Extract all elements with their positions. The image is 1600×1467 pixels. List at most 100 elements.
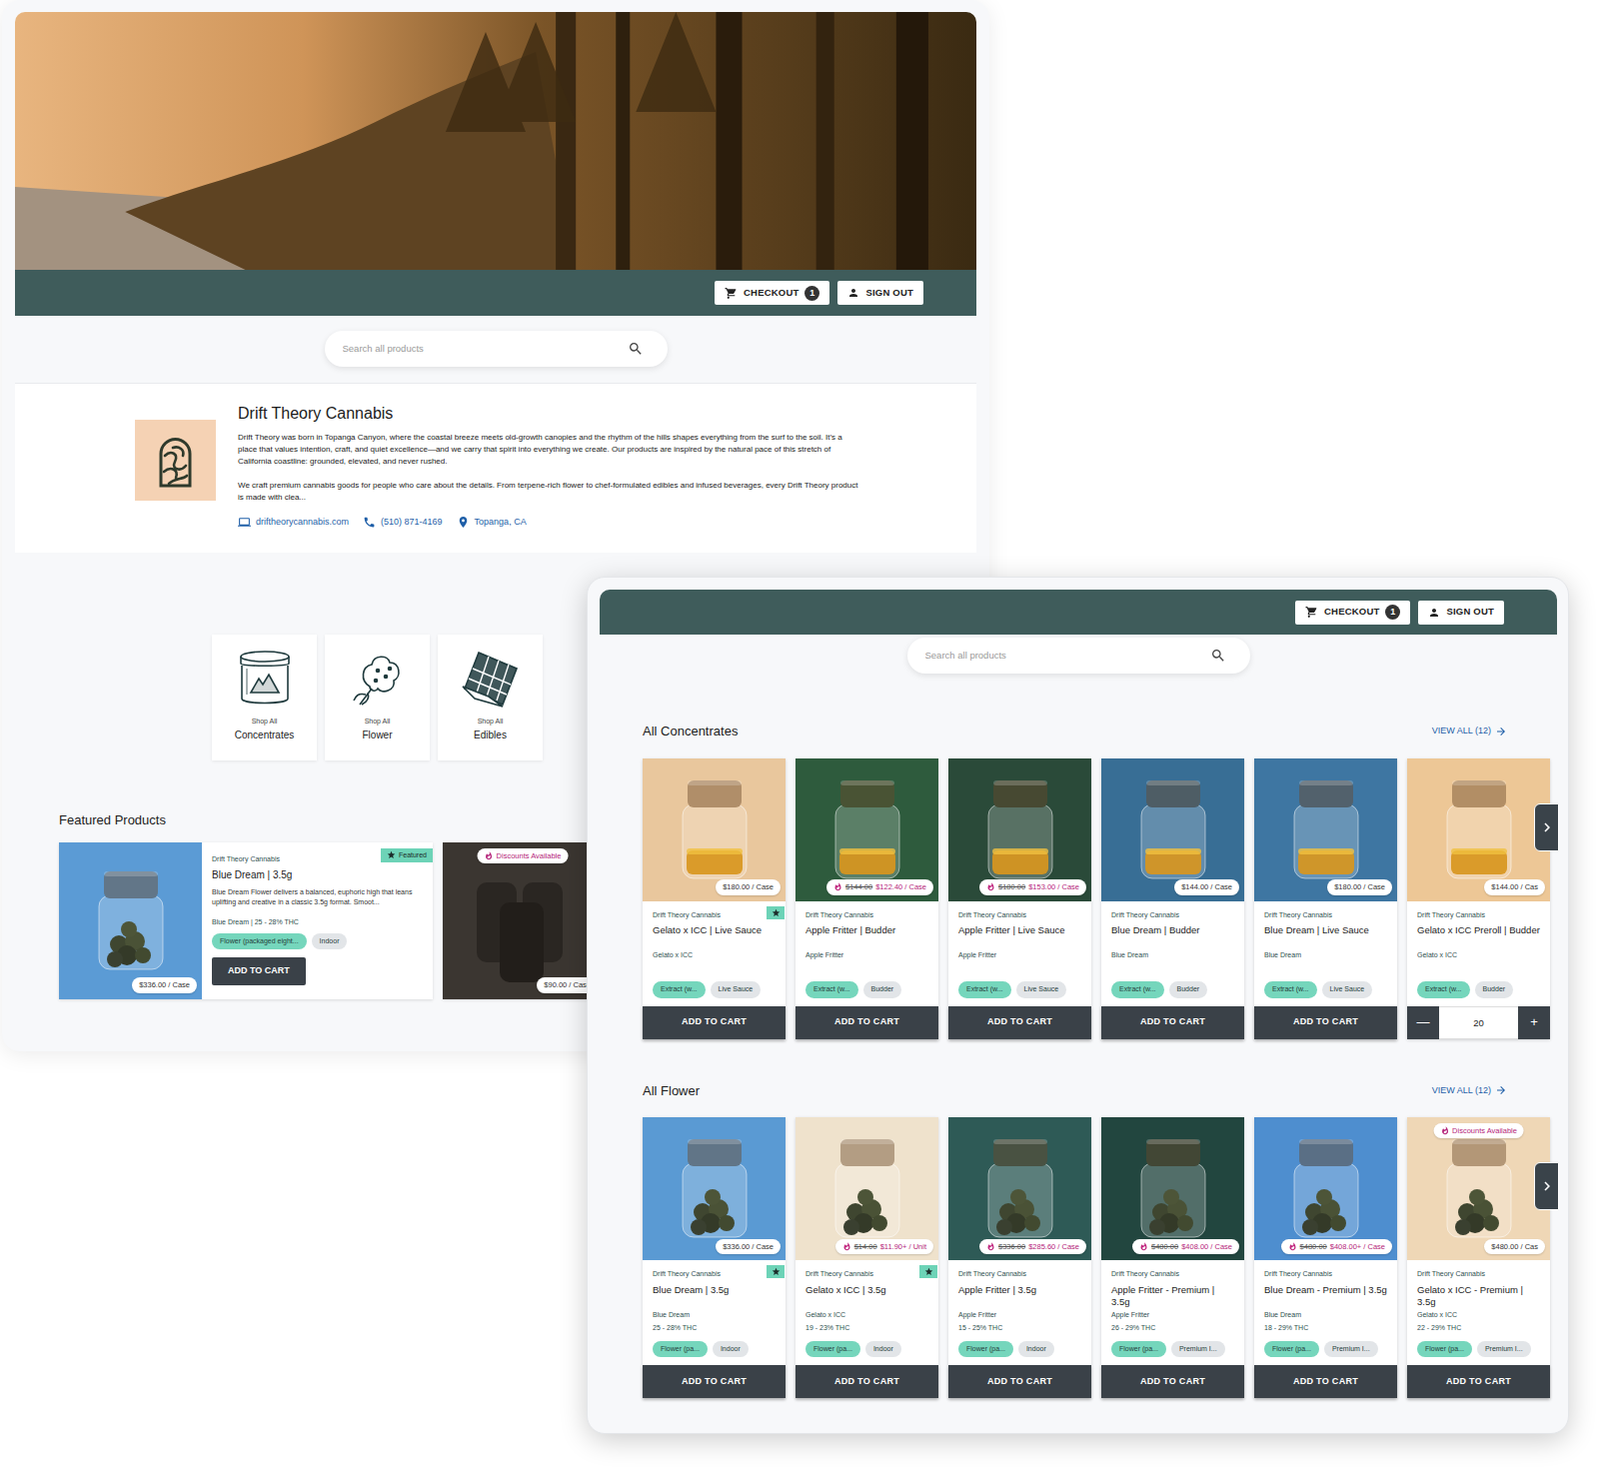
sign-out-button[interactable]: SIGN OUT (1418, 600, 1505, 625)
add-to-cart-button[interactable]: ADD TO CART (1254, 1006, 1398, 1040)
website-link[interactable]: driftheorycannabis.com (237, 515, 349, 530)
category-tile[interactable]: Shop AllConcentrates (211, 634, 317, 761)
search-icon (627, 340, 644, 357)
thc-range: 26 - 29% THC (1111, 1323, 1236, 1335)
phone-link[interactable]: (510) 871-4169 (362, 515, 443, 530)
product-tag: Indoor (865, 1341, 902, 1359)
add-to-cart-button[interactable]: ADD TO CART (795, 1365, 939, 1399)
brand-name: Drift Theory Cannabis (652, 910, 777, 922)
product-tag: Flower (pa... (1264, 1341, 1320, 1359)
graphic-part (386, 850, 396, 860)
graphic-part (442, 842, 603, 1000)
add-to-cart-button[interactable]: ADD TO CART (642, 1365, 786, 1399)
old-price: $336.00 (998, 1241, 1026, 1253)
checkout-button[interactable]: CHECKOUT1 (714, 280, 830, 305)
product-card[interactable]: $480.00$408.00+ / CaseDrift Theory Canna… (1254, 1117, 1398, 1399)
product-card[interactable]: $180.00 / CaseDrift Theory CannabisBlue … (1254, 758, 1398, 1040)
product-card[interactable]: $180.00$153.00 / CaseDrift Theory Cannab… (948, 758, 1092, 1040)
product-details: Drift Theory CannabisApple Fritter | Liv… (948, 901, 1092, 1007)
add-to-cart-button[interactable]: ADD TO CART (1254, 1365, 1398, 1399)
search-input[interactable] (340, 340, 620, 357)
graphic-part (988, 883, 995, 892)
view-all-link[interactable]: VIEW ALL (12) (1432, 724, 1508, 739)
decrease-button[interactable]: — (1407, 1006, 1440, 1040)
search-field[interactable] (324, 330, 668, 367)
product-card[interactable]: $180.00 / CaseDrift Theory CannabisGelat… (642, 758, 786, 1040)
graphic-part (462, 686, 503, 707)
product-card[interactable]: $336.00 / CaseDrift Theory CannabisBlue … (642, 1117, 786, 1399)
graphic-part (1302, 1219, 1319, 1236)
store-name: Drift Theory Cannabis (237, 403, 859, 423)
strain-name: Blue Dream (652, 1310, 777, 1322)
graphic-part (245, 668, 248, 695)
increase-button[interactable]: + (1518, 1006, 1551, 1040)
product-card[interactable]: $144.00 / CaseDrift Theory CannabisBlue … (1101, 758, 1245, 1040)
add-to-cart-button[interactable]: ADD TO CART (211, 957, 306, 986)
next-page-button[interactable] (1534, 1162, 1560, 1211)
chevron-right-icon (1538, 818, 1557, 837)
add-to-cart-button[interactable]: ADD TO CART (1407, 1365, 1551, 1399)
price-tag: $180.00 / Case (1327, 879, 1393, 895)
product-card[interactable]: $336.00$285.60 / CaseDrift Theory Cannab… (948, 1117, 1092, 1399)
discount-label: Discounts Available (1452, 1125, 1518, 1137)
product-tag: Extract (w... (805, 981, 859, 999)
graphic-part (232, 646, 297, 711)
graphic-part (240, 656, 289, 666)
graphic-part (1294, 804, 1359, 879)
product-row: $180.00 / CaseDrift Theory CannabisGelat… (642, 758, 1551, 1040)
graphic-part (771, 1268, 780, 1276)
graphic-part (682, 1163, 747, 1238)
next-page-button[interactable] (1534, 803, 1560, 852)
product-tag: Flower (pa... (1111, 1341, 1167, 1359)
location-link[interactable]: Topanga, CA (456, 515, 527, 530)
graphic-part (840, 1139, 895, 1167)
add-to-cart-button[interactable]: ADD TO CART (948, 1365, 1092, 1399)
graphic-part (1163, 1189, 1180, 1206)
product-image: Discounts Available$90.00 / Case (442, 842, 603, 1000)
graphic-part (1146, 780, 1201, 808)
view-all-link[interactable]: VIEW ALL (12) (1432, 1084, 1508, 1099)
search-input[interactable] (923, 647, 1203, 664)
tag-list: Extract (w...Live Sauce (1264, 981, 1389, 999)
product-details: Drift Theory CannabisApple Fritter - Pre… (1101, 1260, 1245, 1366)
jar-category-icon (232, 646, 297, 711)
product-tag: Budder (1169, 981, 1209, 999)
quantity-value[interactable]: 20 (1439, 1006, 1519, 1040)
product-name: Gelato x ICC | 3.5g (805, 1284, 930, 1309)
add-to-cart-button[interactable]: ADD TO CART (795, 1006, 939, 1040)
featured-card[interactable]: Discounts Available$90.00 / Case (442, 842, 603, 1000)
price: $180.00 / Case (722, 881, 774, 893)
product-card[interactable]: $480.00 / CasDiscounts AvailableDrift Th… (1407, 1117, 1551, 1399)
checkout-button[interactable]: CHECKOUT1 (1295, 600, 1411, 625)
graphic-part (106, 951, 123, 968)
graphic-part (924, 1267, 934, 1277)
graphic-part (1497, 727, 1506, 736)
add-to-cart-button[interactable]: ADD TO CART (1101, 1006, 1245, 1040)
sign-out-button[interactable]: SIGN OUT (837, 280, 924, 305)
graphic-part (988, 1242, 995, 1251)
tag-list: Flower (pa...Indoor (652, 1341, 777, 1359)
graphic-part (986, 882, 996, 892)
graphic-part (1024, 1215, 1041, 1232)
add-to-cart-button[interactable]: ADD TO CART (948, 1006, 1092, 1040)
graphic-part (771, 1267, 781, 1277)
featured-card[interactable]: $336.00 / CaseFeaturedDrift Theory Canna… (58, 842, 433, 1000)
tag-list: Extract (w...Budder (1111, 981, 1236, 999)
product-image: $144.00$122.40 / Case (795, 758, 939, 902)
product-details: Drift Theory CannabisGelato x ICC - Prem… (1407, 1260, 1551, 1366)
add-to-cart-button[interactable]: ADD TO CART (642, 1006, 786, 1040)
product-card[interactable]: $480.00$408.00 / CaseDrift Theory Cannab… (1101, 1117, 1245, 1399)
product-tag: Live Sauce (710, 981, 762, 999)
search-field[interactable] (907, 637, 1251, 674)
add-to-cart-button[interactable]: ADD TO CART (1101, 1365, 1245, 1399)
graphic-part (1447, 1163, 1512, 1238)
price: $408.00 / Case (1181, 1241, 1233, 1253)
graphic-part (458, 646, 523, 711)
product-card[interactable]: $144.00 / CasDrift Theory CannabisGelato… (1407, 758, 1551, 1040)
product-card[interactable]: $144.00$122.40 / CaseDrift Theory Cannab… (795, 758, 939, 1040)
product-card[interactable]: $14.00$11.90+ / UnitDrift Theory Cannabi… (795, 1117, 939, 1399)
discount-badge: Discounts Available (1433, 1123, 1525, 1139)
graphic-part (986, 1242, 996, 1252)
category-tile[interactable]: Shop AllEdibles (437, 634, 543, 761)
category-tile[interactable]: Shop AllFlower (324, 634, 430, 761)
